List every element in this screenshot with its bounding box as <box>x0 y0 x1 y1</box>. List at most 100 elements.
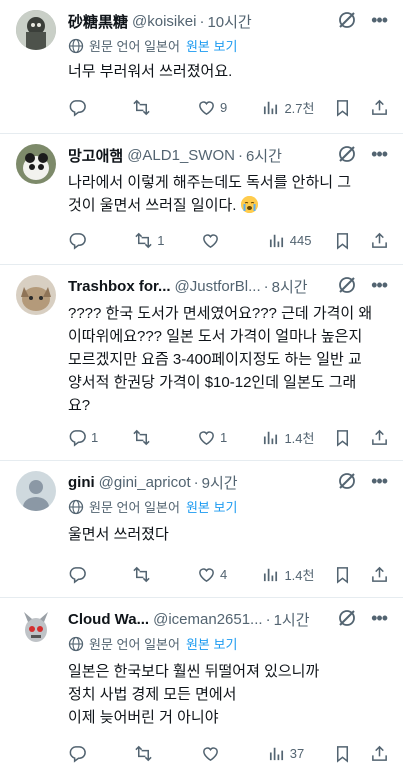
user-handle[interactable]: @koisikei <box>132 13 196 30</box>
avatar[interactable] <box>16 608 56 648</box>
heart-icon <box>202 233 218 248</box>
text-line: 것이 울면서 쓰러질 일이다. <box>68 194 385 217</box>
share-icon[interactable] <box>370 428 389 447</box>
reply-icon <box>69 566 86 584</box>
reply-count: 1 <box>91 429 99 445</box>
display-name[interactable]: 망고애햄 <box>68 145 123 166</box>
separator-dot: · <box>193 473 199 491</box>
tweet[interactable]: 망고애햄 @ALD1_SWON · 6시간 ••• 나라에서 이렇게 해주는데도… <box>0 134 403 265</box>
timestamp[interactable]: 1시간 <box>274 609 310 630</box>
display-name[interactable]: Cloud Wa... <box>68 611 149 628</box>
more-options-icon[interactable]: ••• <box>371 275 388 295</box>
tweet-header: 망고애햄 @ALD1_SWON · 6시간 ••• <box>68 144 388 166</box>
user-handle[interactable]: @iceman2651... <box>153 611 262 628</box>
reply-icon <box>69 232 86 250</box>
tweet[interactable]: Cloud Wa... @iceman2651... · 1시간 ••• 원문 … <box>0 598 403 770</box>
reply-button[interactable]: 1 <box>68 428 114 447</box>
more-options-icon[interactable]: ••• <box>371 144 388 164</box>
grok-icon[interactable] <box>337 275 357 295</box>
share-icon[interactable] <box>370 98 389 117</box>
tweet-header: Cloud Wa... @iceman2651... · 1시간 ••• <box>68 608 388 630</box>
like-count: 9 <box>219 99 228 115</box>
views-chart-icon <box>269 234 283 247</box>
translation-label: 원문 언어 일본어 <box>89 637 180 652</box>
like-button[interactable] <box>201 231 247 250</box>
retweet-button[interactable] <box>132 98 178 117</box>
tweet[interactable]: gini @gini_apricot · 9시간 ••• 원문 언어 일본어 원… <box>0 461 403 598</box>
like-button[interactable]: 4 <box>197 565 243 584</box>
views-button[interactable]: 445 <box>267 231 313 250</box>
more-options-icon[interactable]: ••• <box>371 471 388 491</box>
tweet-actions: 37 <box>68 743 389 763</box>
bookmark-icon[interactable] <box>333 744 352 763</box>
translation-notice: 원문 언어 일본어 원본 보기 <box>68 634 237 653</box>
grok-icon[interactable] <box>337 608 357 628</box>
views-button[interactable]: 2.7천 <box>261 98 315 117</box>
grok-icon[interactable] <box>337 144 357 164</box>
share-icon[interactable] <box>370 744 389 763</box>
bookmark-icon[interactable] <box>333 428 352 447</box>
reply-button[interactable] <box>68 565 114 584</box>
timestamp[interactable]: 6시간 <box>246 145 282 166</box>
view-count: 1.4천 <box>284 430 315 446</box>
bookmark-icon[interactable] <box>333 565 352 584</box>
tweet-actions: 1 445 <box>68 230 389 250</box>
text-line: 모르겠지만 요즘 3-400페이지정도 하는 일반 교 <box>68 351 362 368</box>
bookmark-icon[interactable] <box>333 98 352 117</box>
display-name[interactable]: Trashbox for... <box>68 278 171 295</box>
view-count: 37 <box>289 745 305 761</box>
reply-button[interactable] <box>68 231 114 250</box>
grok-icon[interactable] <box>337 471 357 491</box>
retweet-icon <box>133 99 151 115</box>
like-button[interactable]: 9 <box>197 98 243 117</box>
view-count: 445 <box>289 232 312 248</box>
reply-icon <box>69 99 86 117</box>
text-line: 나라에서 이렇게 해주는데도 독서를 안하니 그 <box>68 174 352 191</box>
more-options-icon[interactable]: ••• <box>371 10 388 30</box>
retweet-button[interactable] <box>134 744 180 763</box>
user-handle[interactable]: @gini_apricot <box>99 474 191 491</box>
timestamp[interactable]: 10시간 <box>207 11 251 32</box>
show-original-link[interactable]: 원본 보기 <box>186 36 237 55</box>
share-icon[interactable] <box>370 231 389 250</box>
avatar[interactable] <box>16 10 56 50</box>
reply-button[interactable] <box>68 744 114 763</box>
text-line: 일본은 한국보다 훨씬 뒤떨어져 있으니까 <box>68 663 320 680</box>
timestamp[interactable]: 8시간 <box>272 276 308 297</box>
share-icon[interactable] <box>370 565 389 584</box>
bookmark-icon[interactable] <box>333 231 352 250</box>
views-button[interactable]: 37 <box>267 744 313 763</box>
reply-icon <box>69 745 86 763</box>
views-chart-icon <box>269 747 283 760</box>
retweet-button[interactable] <box>132 565 178 584</box>
retweet-button[interactable] <box>132 428 178 447</box>
avatar[interactable] <box>16 275 56 315</box>
text-line: 요? <box>68 397 91 414</box>
tweet-header: Trashbox for... @JustforBl... · 8시간 ••• <box>68 275 388 297</box>
reply-icon <box>69 429 86 447</box>
avatar[interactable] <box>16 144 56 184</box>
tweet-header: gini @gini_apricot · 9시간 ••• <box>68 471 388 493</box>
tweet[interactable]: 砂糖黒糖 @koisikei · 10시간 ••• 원문 언어 일본어 원본 보… <box>0 0 403 134</box>
views-button[interactable]: 1.4천 <box>261 428 315 447</box>
display-name[interactable]: gini <box>68 474 95 491</box>
user-handle[interactable]: @ALD1_SWON <box>127 147 235 164</box>
show-original-link[interactable]: 원본 보기 <box>186 634 237 653</box>
like-button[interactable]: 1 <box>197 428 243 447</box>
views-chart-icon <box>264 101 278 114</box>
display-name[interactable]: 砂糖黒糖 <box>68 11 128 32</box>
avatar[interactable] <box>16 471 56 511</box>
views-button[interactable]: 1.4천 <box>261 565 315 584</box>
retweet-button[interactable]: 1 <box>134 231 180 250</box>
show-original-link[interactable]: 원본 보기 <box>186 497 237 516</box>
timestamp[interactable]: 9시간 <box>202 472 238 493</box>
like-button[interactable] <box>201 744 247 763</box>
reply-button[interactable] <box>68 98 114 117</box>
tweet[interactable]: Trashbox for... @JustforBl... · 8시간 ••• … <box>0 265 403 461</box>
views-chart-icon <box>264 431 278 444</box>
grok-icon[interactable] <box>337 10 357 30</box>
crying-face-emoji <box>240 196 258 213</box>
translation-label: 원문 언어 일본어 <box>89 500 180 515</box>
more-options-icon[interactable]: ••• <box>371 608 388 628</box>
user-handle[interactable]: @JustforBl... <box>175 278 261 295</box>
